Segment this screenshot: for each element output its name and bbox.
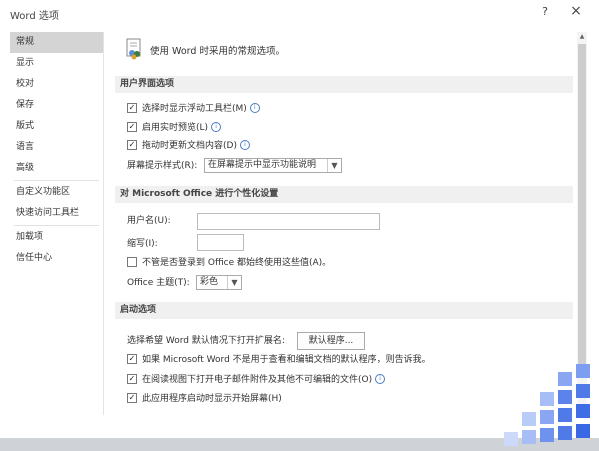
office-theme-select[interactable]: 彩色 ▼ [196, 275, 242, 290]
option-label: 拖动时更新文档内容(D) [142, 141, 237, 151]
sidebar-item-proofing[interactable]: 校对 [10, 74, 103, 95]
checkbox-checked-icon[interactable]: ✓ [127, 102, 137, 113]
vertical-scrollbar[interactable]: ▲ ▼ [577, 32, 587, 415]
sidebar-item-add-ins[interactable]: 加载项 [10, 227, 103, 248]
sidebar-item-customize-ribbon[interactable]: 自定义功能区 [10, 182, 103, 203]
option-reading-view-attachments[interactable]: ✓ 在阅读视图下打开电子邮件附件及其他不可编辑的文件(O) i [127, 373, 386, 387]
option-label: 如果 Microsoft Word 不是用于查看和编辑文档的默认程序，则告诉我。 [142, 355, 431, 365]
info-icon: i [375, 373, 386, 384]
sidebar-divider [14, 180, 99, 181]
initials-input[interactable] [197, 234, 244, 251]
office-theme-label: Office 主题(T): [127, 278, 190, 288]
sidebar-item-language[interactable]: 语言 [10, 137, 103, 158]
scroll-up-icon[interactable]: ▲ [577, 32, 587, 42]
tooltip-style-label: 屏幕提示样式(R): [127, 161, 198, 171]
scroll-thumb[interactable] [578, 44, 586, 374]
sidebar-item-display[interactable]: 显示 [10, 53, 103, 74]
option-label: 在阅读视图下打开电子邮件附件及其他不可编辑的文件(O) [142, 375, 373, 385]
initials-label: 缩写(I): [127, 239, 158, 249]
option-label: 不管是否登录到 Office 都始终使用这些值(A)。 [142, 258, 332, 268]
option-show-start-screen[interactable]: ✓ 此应用程序启动时显示开始屏幕(H) [127, 392, 282, 406]
option-default-program-notice[interactable]: ✓ 如果 Microsoft Word 不是用于查看和编辑文档的默认程序，则告诉我… [127, 353, 431, 367]
tooltip-style-select[interactable]: 在屏幕提示中显示功能说明 ▼ [204, 158, 342, 173]
sidebar-item-quick-access-toolbar[interactable]: 快速访问工具栏 [10, 203, 103, 224]
sidebar-divider [14, 225, 99, 226]
help-button[interactable]: ? [538, 5, 552, 18]
sidebar-item-save[interactable]: 保存 [10, 95, 103, 116]
username-label: 用户名(U): [127, 216, 171, 226]
title-bar: Word 选项 ? × [0, 0, 599, 27]
checkbox-checked-icon[interactable]: ✓ [127, 121, 137, 132]
default-programs-button[interactable]: 默认程序... [297, 332, 365, 350]
section-ui-options: 用户界面选项 [115, 76, 573, 93]
section-startup: 启动选项 [115, 302, 573, 319]
option-label: 启用实时预览(L) [142, 123, 209, 133]
checkbox-checked-icon[interactable]: ✓ [127, 139, 137, 150]
option-live-preview[interactable]: ✓ 启用实时预览(L) i [127, 121, 222, 135]
info-icon: i [239, 139, 250, 150]
watermark-tiles-icon [504, 364, 590, 446]
option-label: 选择时显示浮动工具栏(M) [142, 104, 247, 114]
window-title: Word 选项 [10, 11, 59, 22]
sidebar-item-trust-center[interactable]: 信任中心 [10, 248, 103, 269]
option-label: 此应用程序启动时显示开始屏幕(H) [142, 394, 282, 404]
username-input[interactable] [197, 213, 380, 230]
checkbox-checked-icon[interactable]: ✓ [127, 392, 137, 403]
checkbox-checked-icon[interactable]: ✓ [127, 353, 137, 364]
tooltip-style-value: 在屏幕提示中显示功能说明 [208, 160, 317, 170]
option-always-use-values[interactable]: 不管是否登录到 Office 都始终使用这些值(A)。 [127, 256, 331, 270]
general-options-icon [126, 38, 141, 60]
sidebar: 常规 显示 校对 保存 版式 语言 高级 自定义功能区 快速访问工具栏 加载项 … [10, 32, 104, 415]
default-extensions-label: 选择希望 Word 默认情况下打开扩展名: [127, 336, 285, 346]
sidebar-item-general[interactable]: 常规 [10, 32, 103, 53]
info-icon: i [249, 102, 260, 113]
sidebar-item-typography[interactable]: 版式 [10, 116, 103, 137]
office-theme-value: 彩色 [200, 277, 219, 287]
sidebar-item-advanced[interactable]: 高级 [10, 158, 103, 179]
info-icon: i [211, 121, 222, 132]
page-title: 使用 Word 时采用的常规选项。 [150, 46, 285, 57]
chevron-down-icon[interactable]: ▼ [227, 276, 241, 289]
section-personalize: 对 Microsoft Office 进行个性化设置 [115, 186, 573, 203]
option-update-on-drag[interactable]: ✓ 拖动时更新文档内容(D) i [127, 139, 250, 153]
checkbox-unchecked-icon[interactable] [127, 256, 137, 267]
option-floating-toolbar[interactable]: ✓ 选择时显示浮动工具栏(M) i [127, 102, 260, 116]
close-button[interactable]: × [568, 3, 584, 19]
main-panel: 使用 Word 时采用的常规选项。 用户界面选项 ✓ 选择时显示浮动工具栏(M) i… [110, 32, 576, 415]
checkbox-checked-icon[interactable]: ✓ [127, 373, 137, 384]
chevron-down-icon[interactable]: ▼ [327, 159, 341, 172]
